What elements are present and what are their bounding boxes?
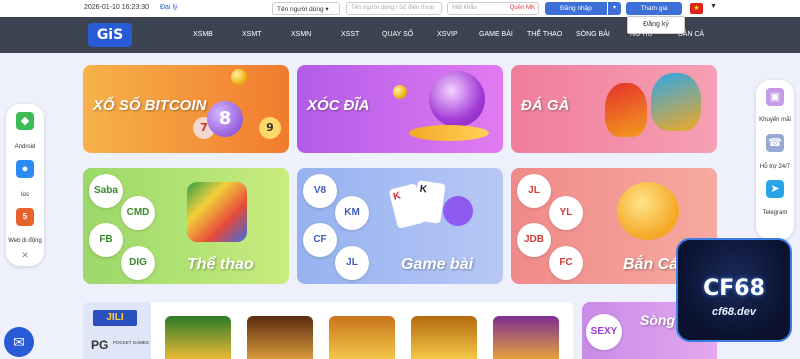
slot-provider-tabs: JILI PG POCKET GAMES bbox=[83, 302, 151, 359]
lottery-title: XỔ SỐ BITCOIN bbox=[93, 97, 207, 114]
playing-card-icon: K bbox=[412, 180, 446, 224]
promo-label[interactable]: Khuyến mãi bbox=[756, 117, 794, 123]
xocdia-bowl-icon bbox=[429, 71, 485, 127]
nav-item-xsvip[interactable]: XSVIP bbox=[437, 31, 458, 38]
android-label[interactable]: Android bbox=[6, 144, 44, 150]
login-button[interactable]: Đăng nhập bbox=[545, 2, 607, 15]
password-input[interactable]: Mật khẩu Quên MK bbox=[447, 2, 539, 15]
nav-item-xsmn[interactable]: XSMN bbox=[291, 31, 311, 38]
sports-ball-icon bbox=[187, 182, 247, 242]
support-label[interactable]: Hỗ trợ 24/7 bbox=[756, 164, 794, 170]
datetime: 2026-01-10 16:23:30 bbox=[84, 4, 149, 11]
cardgames-banner[interactable]: V8 KM CF JL K K Game bài bbox=[297, 168, 503, 284]
lottery-ball-icon: 9 bbox=[259, 117, 281, 139]
close-icon[interactable]: ✕ bbox=[6, 250, 44, 261]
club-icon bbox=[443, 196, 473, 226]
coin-icon bbox=[231, 69, 247, 85]
telegram-label[interactable]: Telegram bbox=[756, 210, 794, 216]
brand-url: cf68.dev bbox=[711, 306, 757, 318]
coin-icon bbox=[393, 85, 407, 99]
provider-fb[interactable]: FB bbox=[89, 223, 123, 257]
xocdia-title: XÓC ĐĨA bbox=[307, 97, 370, 114]
cockfight-title: ĐÁ GÀ bbox=[521, 97, 570, 114]
provider-jl[interactable]: JL bbox=[335, 246, 369, 280]
chevron-down-icon[interactable]: ▼ bbox=[710, 3, 717, 10]
nav-item-quay-so[interactable]: QUAY SỐ bbox=[382, 31, 413, 38]
slot-games-panel: JILI PG POCKET GAMES bbox=[83, 302, 573, 359]
provider-cf[interactable]: CF bbox=[303, 223, 337, 257]
provider-jdb[interactable]: JDB bbox=[517, 223, 551, 257]
forgot-password-link[interactable]: Quên MK bbox=[510, 5, 535, 11]
join-button[interactable]: Tham gia bbox=[626, 2, 682, 15]
agent-link[interactable]: Đại lý bbox=[160, 4, 178, 11]
provider-sexy[interactable]: SEXY bbox=[586, 314, 622, 350]
html5-icon[interactable]: 5 bbox=[16, 208, 34, 226]
user-type-select[interactable]: Tên người dùng ▾ bbox=[272, 2, 340, 15]
apple-icon[interactable]: ● bbox=[16, 160, 34, 178]
xocdia-banner[interactable]: XÓC ĐĨA bbox=[297, 65, 503, 153]
rooster-red-icon bbox=[605, 83, 647, 137]
chat-icon[interactable]: ✉ bbox=[4, 327, 34, 357]
site-logo[interactable]: GiS bbox=[88, 23, 132, 47]
cockfight-banner[interactable]: ĐÁ GÀ bbox=[511, 65, 717, 153]
telegram-icon[interactable]: ➤ bbox=[766, 180, 784, 198]
provider-saba[interactable]: Saba bbox=[89, 174, 123, 208]
android-icon[interactable]: ◆ bbox=[16, 112, 34, 130]
provider-v8[interactable]: V8 bbox=[303, 174, 337, 208]
brand-name: CF68 bbox=[703, 276, 765, 301]
fishing-title: Bắn Cá bbox=[623, 256, 679, 273]
xocdia-plate-icon bbox=[409, 125, 489, 141]
slot-game-tile[interactable] bbox=[411, 316, 477, 359]
jili-tab[interactable]: JILI bbox=[93, 310, 137, 326]
app-download-panel: ◆ Android ● Ios 5 Web di động ✕ bbox=[6, 104, 44, 266]
headset-icon[interactable]: ☎ bbox=[766, 134, 784, 152]
gift-icon[interactable]: ▣ bbox=[766, 88, 784, 106]
provider-jl[interactable]: JL bbox=[517, 174, 551, 208]
web-mobile-label[interactable]: Web di động bbox=[6, 238, 44, 244]
vietnam-flag-icon[interactable]: ★ bbox=[690, 3, 703, 14]
slot-game-tile[interactable] bbox=[493, 316, 559, 359]
provider-cmd[interactable]: CMD bbox=[121, 196, 155, 230]
provider-yl[interactable]: YL bbox=[549, 196, 583, 230]
pg-tab[interactable]: PG bbox=[91, 338, 108, 352]
sports-title: Thể thao bbox=[187, 256, 254, 273]
nav-item-xsmb[interactable]: XSMB bbox=[193, 31, 213, 38]
brand-watermark: CF68 cf68.dev bbox=[676, 238, 792, 342]
slot-game-tile[interactable] bbox=[329, 316, 395, 359]
ios-label[interactable]: Ios bbox=[6, 192, 44, 198]
top-bar: 2026-01-10 16:23:30 Đại lý Tên người dùn… bbox=[0, 0, 800, 17]
register-option[interactable]: Đăng ký bbox=[627, 16, 685, 34]
login-dropdown-toggle[interactable]: ▾ bbox=[607, 2, 621, 15]
nav-item-song-bai[interactable]: SÒNG BÀI bbox=[576, 31, 610, 38]
provider-dig[interactable]: DIG bbox=[121, 246, 155, 280]
sports-banner[interactable]: Saba CMD FB DIG Thể thao bbox=[83, 168, 289, 284]
slot-game-tile[interactable] bbox=[247, 316, 313, 359]
lottery-banner[interactable]: XỔ SỐ BITCOIN 7 8 9 bbox=[83, 65, 289, 153]
cardgames-title: Game bài bbox=[401, 256, 474, 273]
lottery-ball-icon: 8 bbox=[207, 101, 243, 137]
slot-game-tile[interactable] bbox=[165, 316, 231, 359]
nav-item-game-bai[interactable]: GAME BÀI bbox=[479, 31, 513, 38]
username-input[interactable]: Tên người dùng / Số điện thoại bbox=[346, 2, 442, 15]
provider-fc[interactable]: FC bbox=[549, 246, 583, 280]
support-panel: ▣ Khuyến mãi ☎ Hỗ trợ 24/7 ➤ Telegram bbox=[756, 80, 794, 240]
nav-item-xsst[interactable]: XSST bbox=[341, 31, 359, 38]
rooster-blue-icon bbox=[651, 73, 701, 131]
nav-item-the-thao[interactable]: THỂ THAO bbox=[527, 31, 562, 38]
provider-km[interactable]: KM bbox=[335, 196, 369, 230]
pg-subtitle: POCKET GAMES bbox=[113, 340, 149, 345]
pufferfish-icon bbox=[617, 182, 679, 240]
nav-item-xsmt[interactable]: XSMT bbox=[242, 31, 261, 38]
